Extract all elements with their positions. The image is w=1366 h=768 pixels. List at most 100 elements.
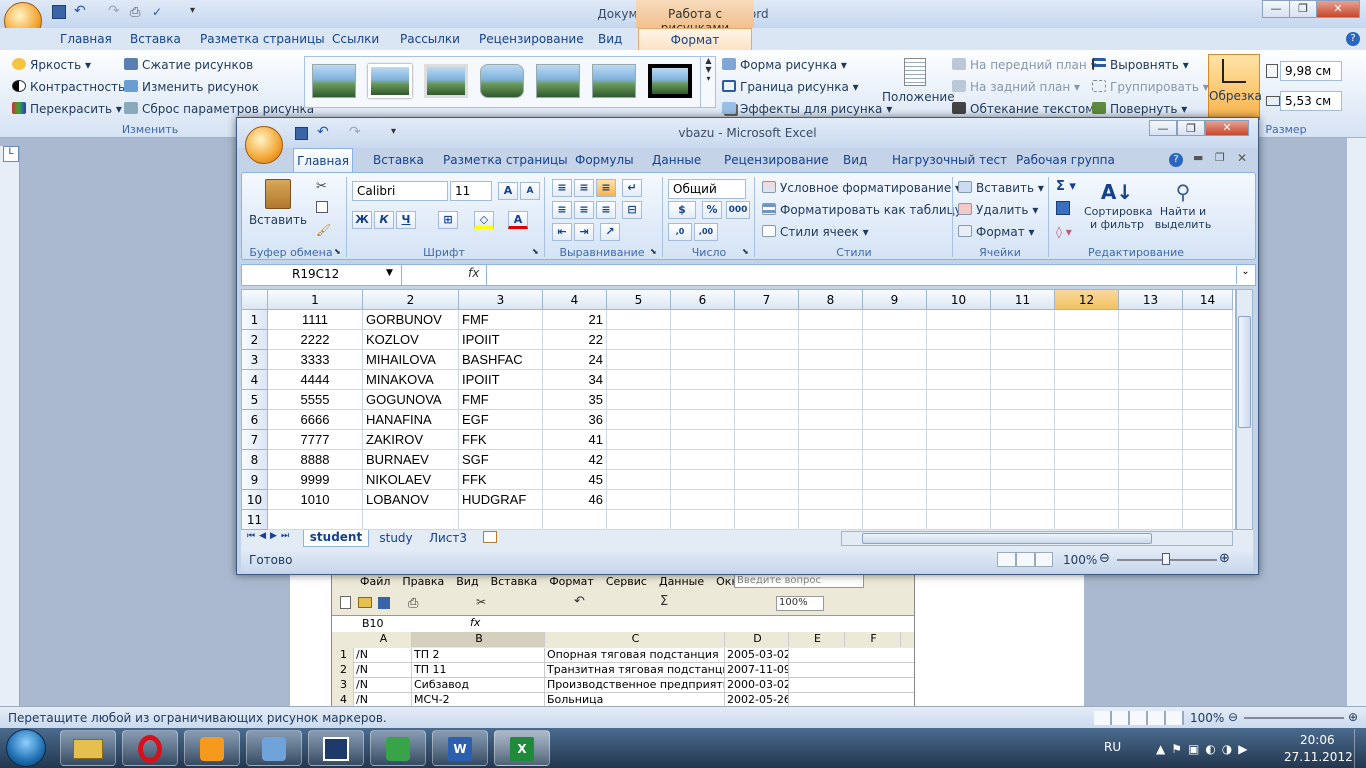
- table-cell[interactable]: [268, 510, 363, 530]
- paste-button[interactable]: Вставить: [248, 177, 308, 241]
- ruler-toggle[interactable]: L: [3, 146, 19, 162]
- row-header[interactable]: 10: [242, 490, 268, 510]
- table-cell[interactable]: [991, 470, 1055, 490]
- reset-picture-button[interactable]: Сброс параметров рисунка: [124, 102, 314, 116]
- column-header[interactable]: 8: [799, 290, 863, 310]
- sort-filter-button[interactable]: A↓ Сортировка и фильтр: [1084, 177, 1153, 241]
- workbook-close-icon[interactable]: ✕: [1237, 151, 1247, 165]
- clock-date[interactable]: 27.11.2012: [1284, 750, 1353, 764]
- excel-tab-formulas[interactable]: Формулы: [575, 153, 634, 167]
- workbook-restore-icon[interactable]: ❐: [1215, 151, 1225, 164]
- table-cell[interactable]: [1183, 310, 1233, 330]
- table-cell[interactable]: [1119, 450, 1183, 470]
- table-cell[interactable]: [1119, 310, 1183, 330]
- word-tab-view[interactable]: Вид: [598, 32, 622, 46]
- text-wrapping-button[interactable]: Обтекание текстом ▾: [952, 102, 1104, 116]
- word-minimize-button[interactable]: —: [1262, 0, 1290, 18]
- table-cell[interactable]: [735, 350, 799, 370]
- font-launcher-icon[interactable]: ⬊: [532, 247, 539, 256]
- excel-view-buttons[interactable]: [997, 552, 1053, 567]
- cell-styles-button[interactable]: Стили ячеек ▾: [762, 225, 869, 239]
- table-cell[interactable]: [1055, 490, 1119, 510]
- table-cell[interactable]: GOGUNOVA: [363, 390, 459, 410]
- table-cell[interactable]: [799, 510, 863, 530]
- table-cell[interactable]: [1183, 410, 1233, 430]
- delete-cells-button[interactable]: Удалить ▾: [958, 203, 1038, 217]
- table-cell[interactable]: [1183, 370, 1233, 390]
- word-zoom-out-icon[interactable]: ⊖: [1228, 710, 1238, 724]
- word-maximize-button[interactable]: ❐: [1289, 0, 1317, 18]
- picture-style-thumb[interactable]: [368, 64, 412, 98]
- currency-button[interactable]: $: [668, 201, 696, 219]
- table-cell[interactable]: [1119, 350, 1183, 370]
- column-header[interactable]: 1: [268, 290, 363, 310]
- table-cell[interactable]: 8888: [268, 450, 363, 470]
- qat-customize-icon[interactable]: ▾: [391, 126, 396, 137]
- picture-style-thumb[interactable]: [592, 64, 636, 98]
- table-cell[interactable]: [1183, 510, 1233, 530]
- table-cell[interactable]: BASHFAC: [459, 350, 543, 370]
- word-help-icon[interactable]: ?: [1346, 32, 1360, 46]
- table-cell[interactable]: FMF: [459, 390, 543, 410]
- picture-style-thumb[interactable]: [536, 64, 580, 98]
- table-cell[interactable]: 34: [543, 370, 607, 390]
- change-picture-button[interactable]: Изменить рисунок: [124, 80, 259, 94]
- table-cell[interactable]: [927, 370, 991, 390]
- embedded-excel-picture[interactable]: Файл Правка Вид Вставка Формат Сервис Да…: [331, 571, 915, 708]
- table-cell[interactable]: [1183, 330, 1233, 350]
- table-cell[interactable]: [927, 450, 991, 470]
- align-right-button[interactable]: ≡: [596, 201, 616, 219]
- word-zoom-slider[interactable]: [1244, 717, 1344, 719]
- column-header[interactable]: 6: [671, 290, 735, 310]
- table-cell[interactable]: [1183, 470, 1233, 490]
- table-cell[interactable]: 1010: [268, 490, 363, 510]
- sheet-nav-icons[interactable]: ⏮◀▶⏭: [247, 531, 293, 541]
- table-cell[interactable]: [607, 450, 671, 470]
- decrease-indent-button[interactable]: ⇤: [552, 223, 572, 241]
- excel-zoom-slider-thumb[interactable]: [1162, 553, 1170, 565]
- table-cell[interactable]: 4444: [268, 370, 363, 390]
- format-as-table-button[interactable]: Форматировать как таблицу ▾: [762, 203, 972, 217]
- thousands-button[interactable]: 000: [726, 201, 750, 219]
- table-cell[interactable]: [991, 330, 1055, 350]
- excel-tab-layout[interactable]: Разметка страницы: [443, 153, 568, 167]
- align-button[interactable]: Выровнять ▾: [1092, 58, 1189, 72]
- excel-zoom-in-icon[interactable]: ⊕: [1219, 551, 1230, 566]
- crop-button[interactable]: Обрезка: [1208, 54, 1262, 120]
- picture-style-thumb[interactable]: [648, 64, 692, 98]
- align-bottom-button[interactable]: ≡: [596, 179, 616, 197]
- column-header[interactable]: 9: [863, 290, 927, 310]
- table-cell[interactable]: [927, 390, 991, 410]
- table-cell[interactable]: [1055, 370, 1119, 390]
- table-cell[interactable]: [927, 430, 991, 450]
- format-cells-button[interactable]: Формат ▾: [958, 225, 1035, 239]
- table-cell[interactable]: [1055, 510, 1119, 530]
- number-format-combo[interactable]: Общий: [668, 179, 746, 199]
- sheet-tab-list3[interactable]: Лист3: [423, 531, 473, 545]
- cut-icon[interactable]: ✂: [316, 179, 327, 194]
- table-cell[interactable]: [863, 410, 927, 430]
- fx-icon[interactable]: fx: [468, 266, 479, 280]
- table-cell[interactable]: [799, 490, 863, 510]
- language-indicator[interactable]: RU: [1104, 740, 1121, 754]
- excel-tab-load-test[interactable]: Нагрузочный тест: [892, 153, 1007, 167]
- table-cell[interactable]: [799, 450, 863, 470]
- italic-button[interactable]: К: [374, 211, 394, 229]
- table-cell[interactable]: HUDGRAF: [459, 490, 543, 510]
- row-header[interactable]: 3: [242, 350, 268, 370]
- table-cell[interactable]: [863, 390, 927, 410]
- table-cell[interactable]: [863, 510, 927, 530]
- excel-minimize-button[interactable]: —: [1149, 120, 1177, 136]
- table-cell[interactable]: 3333: [268, 350, 363, 370]
- font-color-button[interactable]: A: [508, 211, 528, 229]
- table-cell[interactable]: 21: [543, 310, 607, 330]
- table-cell[interactable]: [735, 310, 799, 330]
- table-cell[interactable]: [735, 390, 799, 410]
- row-header[interactable]: 9: [242, 470, 268, 490]
- fill-icon[interactable]: [1056, 201, 1070, 215]
- select-all-corner[interactable]: [242, 290, 268, 310]
- table-cell[interactable]: [1119, 390, 1183, 410]
- word-tab-review[interactable]: Рецензирование: [479, 32, 584, 46]
- rotate-button[interactable]: Повернуть ▾: [1092, 102, 1187, 116]
- table-cell[interactable]: [863, 470, 927, 490]
